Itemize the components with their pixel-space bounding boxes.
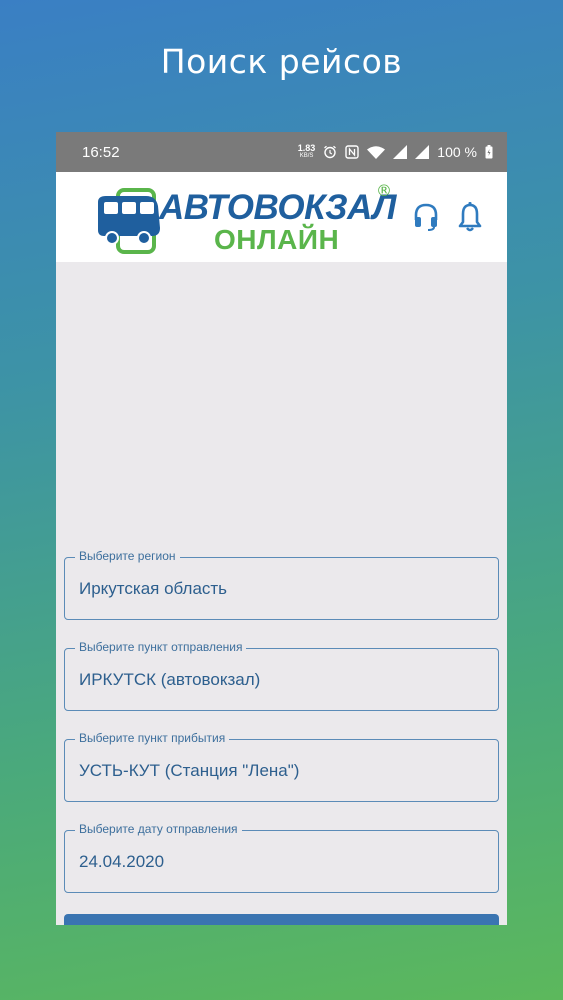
status-time: 16:52 <box>82 143 120 161</box>
arrival-select[interactable]: Выберите пункт прибытия УСТЬ-КУТ (Станци… <box>64 731 499 802</box>
network-speed: 1.83 KB/S <box>298 144 316 160</box>
battery-percent: 100 % <box>437 144 477 160</box>
date-field[interactable]: Выберите дату отправления 24.04.2020 <box>64 822 499 893</box>
app-logo: АВТОВОКЗАЛ ОНЛАЙН ® <box>96 181 396 255</box>
status-icons: 1.83 KB/S 100 % <box>298 144 493 160</box>
departure-label: Выберите пункт отправления <box>75 640 247 654</box>
search-button[interactable] <box>64 914 499 925</box>
arrival-label: Выберите пункт прибытия <box>75 731 230 745</box>
phone-screen: 16:52 1.83 KB/S 100 % АВТОВОКЗАЛ ОНЛАЙН … <box>56 132 507 925</box>
region-label: Выберите регион <box>75 549 180 563</box>
network-speed-value: 1.83 <box>297 143 316 153</box>
arrival-value: УСТЬ-КУТ (Станция "Лена") <box>79 761 300 780</box>
bus-phone-logo-icon <box>98 188 160 254</box>
departure-select[interactable]: Выберите пункт отправления ИРКУТСК (авто… <box>64 640 499 711</box>
banner-area <box>56 262 507 542</box>
network-speed-unit: KB/S <box>299 153 314 159</box>
region-value: Иркутская область <box>79 579 228 598</box>
signal-icon <box>393 145 408 159</box>
registered-mark: ® <box>376 181 392 200</box>
alarm-icon <box>324 145 337 159</box>
app-header: АВТОВОКЗАЛ ОНЛАЙН ® <box>56 172 507 262</box>
nfc-icon <box>345 145 359 159</box>
logo-text-top: АВТОВОКЗАЛ <box>159 188 396 227</box>
departure-value: ИРКУТСК (автовокзал) <box>79 670 261 689</box>
header-actions <box>413 202 483 232</box>
promo-title: Поиск рейсов <box>160 42 403 81</box>
signal-icon <box>415 145 430 159</box>
status-bar: 16:52 1.83 KB/S 100 % <box>56 132 507 172</box>
logo-text-bottom: ОНЛАЙН <box>214 224 340 255</box>
date-label: Выберите дату отправления <box>75 822 242 836</box>
bell-icon[interactable] <box>457 202 483 232</box>
region-select[interactable]: Выберите регион Иркутская область <box>64 549 499 620</box>
date-value: 24.04.2020 <box>79 852 165 871</box>
wifi-icon <box>367 146 386 159</box>
battery-icon <box>485 145 493 159</box>
headset-icon[interactable] <box>413 202 439 232</box>
